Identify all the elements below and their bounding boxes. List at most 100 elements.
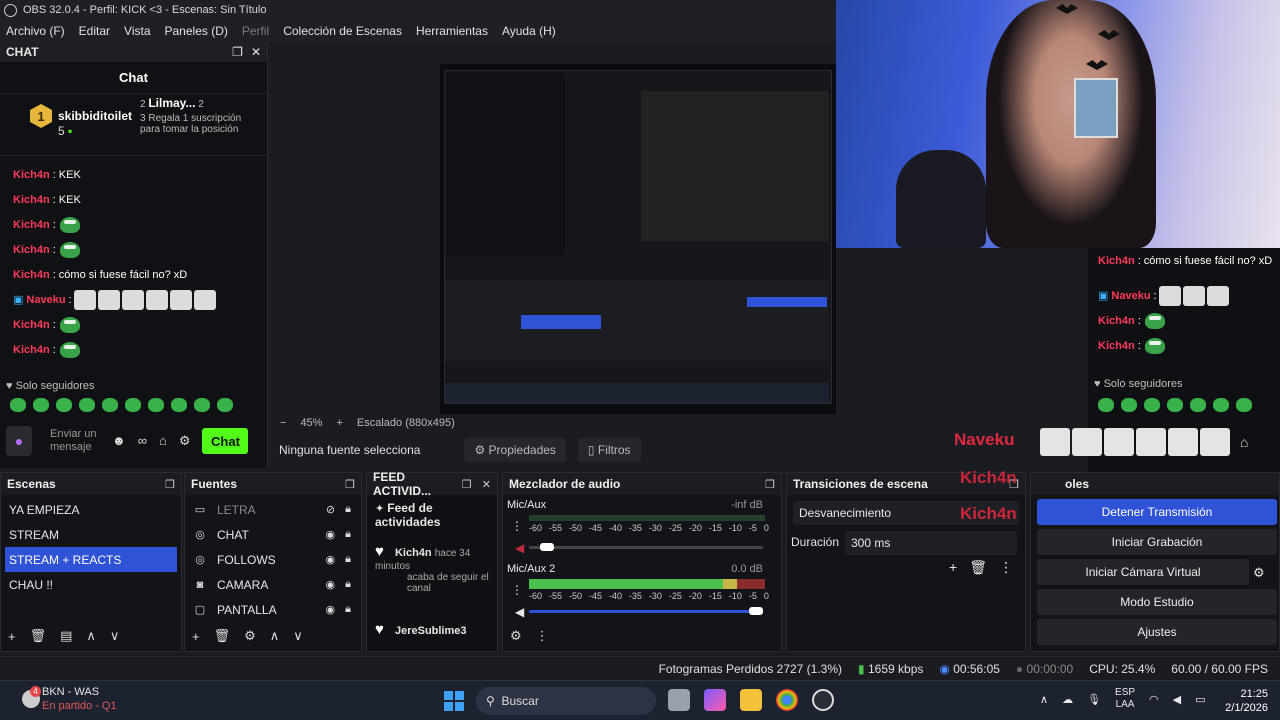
wifi-icon[interactable]: ◠ [1149,693,1159,706]
gear-icon[interactable]: ⚙ [244,628,256,644]
chat-username[interactable]: Kich4n [13,194,50,206]
menu-ayuda[interactable]: Ayuda (H) [502,24,556,38]
undock-icon[interactable]: ❐ [165,478,175,491]
move-up-icon[interactable]: ∧ [270,628,280,644]
copilot-icon[interactable] [704,689,726,711]
filter-icon[interactable]: ▤ [60,628,72,644]
properties-button[interactable]: ⚙ Propiedades [464,438,566,462]
emote-icon[interactable] [56,398,72,412]
gear-icon[interactable]: ⚙ [179,433,191,449]
gear-icon[interactable]: ⚙ [1253,565,1265,581]
menu-editar[interactable]: Editar [79,24,110,38]
emote-icon[interactable] [102,398,118,412]
lock-icon[interactable]: 🔒︎ [345,553,351,566]
emote-icon[interactable] [217,398,233,412]
emote-picker-icon[interactable]: ☻ [112,433,126,449]
move-down-icon[interactable]: ∨ [293,628,303,644]
store-icon[interactable]: ⌂ [159,433,167,449]
taskbar-widget[interactable]: 4 BKN - WAS En partido - Q1 [22,685,117,713]
filters-button[interactable]: ▯ Filtros [577,438,641,462]
undock-icon[interactable]: ❐ [232,45,243,59]
track-menu-icon[interactable]: ⋮ [511,583,523,597]
menu-icon[interactable]: ⋮ [536,628,549,644]
file-explorer-icon[interactable] [740,689,762,711]
cloud-icon[interactable]: ☁ [1062,693,1073,706]
emote-icon[interactable] [194,398,210,412]
scene-item[interactable]: STREAM [1,522,181,547]
track-menu-icon[interactable]: ⋮ [511,519,523,533]
scene-item[interactable]: YA EMPIEZA [1,497,181,522]
taskbar-search[interactable]: ⚲ Buscar [476,687,656,715]
scene-item[interactable]: CHAU !! [1,572,181,597]
scene-item-selected[interactable]: STREAM + REACTS [5,547,177,572]
duration-input[interactable]: 300 ms [845,531,1017,555]
move-up-icon[interactable]: ∧ [86,628,96,644]
settings-button[interactable]: Ajustes [1037,619,1277,645]
menu-vista[interactable]: Vista [124,24,150,38]
eye-icon[interactable]: ◉ [326,578,336,591]
undock-icon[interactable]: ❐ [345,478,355,491]
volume-knob[interactable] [540,543,554,551]
emote-icon[interactable] [10,398,26,412]
microphone-icon[interactable]: ● [6,426,32,456]
chat-username[interactable]: Naveku [26,294,65,306]
chat-username[interactable]: Kich4n [13,319,50,331]
add-icon[interactable]: + [949,559,957,576]
leaderboard-first-name[interactable]: skibbiditoilet [58,109,132,123]
add-icon[interactable]: + [8,629,16,644]
eye-icon[interactable]: ◉ [326,603,336,616]
chat-username[interactable]: Kich4n [13,169,50,181]
source-item[interactable]: ◙ CAMARA ◉ 🔒︎ [185,572,361,597]
close-icon[interactable]: ✕ [482,478,491,491]
volume-knob[interactable] [749,607,763,615]
menu-archivo[interactable]: Archivo (F) [6,24,65,38]
eye-icon[interactable]: ◉ [326,528,336,541]
chat-send-button[interactable]: Chat [202,428,249,454]
source-item[interactable]: ◎ CHAT ◉ 🔒︎ [185,522,361,547]
speaker-icon[interactable]: ◀ [515,605,524,619]
language-indicator[interactable]: ESP LAA [1115,687,1135,711]
windows-start-icon[interactable] [444,691,464,711]
trash-icon[interactable]: 🗑 [214,628,231,644]
gear-icon[interactable]: ⚙ [510,628,522,644]
chat-username[interactable]: Kich4n [13,219,50,231]
battery-icon[interactable]: ▭ [1195,693,1205,706]
infinity-icon[interactable]: ∞ [138,433,147,449]
clock[interactable]: 21:25 2/1/2026 [1222,687,1268,715]
add-icon[interactable]: + [192,629,200,644]
source-item[interactable]: ◎ FOLLOWS ◉ 🔒︎ [185,547,361,572]
zoom-in-icon[interactable]: + [336,417,342,429]
emote-icon[interactable] [125,398,141,412]
emote-icon[interactable] [79,398,95,412]
close-icon[interactable]: ✕ [251,45,261,59]
volume-icon[interactable]: ◀ [1173,693,1181,706]
emote-bar[interactable] [10,398,233,412]
lock-icon[interactable]: 🔒︎ [345,503,351,516]
menu-icon[interactable]: ⋮ [999,559,1013,576]
move-down-icon[interactable]: ∨ [110,628,120,644]
chat-username[interactable]: Kich4n [13,344,50,356]
eye-hidden-icon[interactable]: ⊘ [326,503,335,516]
undock-icon[interactable]: ❐ [462,478,472,491]
chevron-up-icon[interactable]: ∧ [1040,693,1048,706]
eye-icon[interactable]: ◉ [326,553,336,566]
muted-speaker-icon[interactable]: ◀ [515,541,524,555]
menu-perfil[interactable]: Perfil [242,24,269,38]
source-item[interactable]: ▭ LETRA ⊘ 🔒︎ [185,497,361,522]
start-recording-button[interactable]: Iniciar Grabación [1037,529,1277,555]
menu-coleccion-escenas[interactable]: Colección de Escenas [283,24,402,38]
undock-icon[interactable]: ❐ [765,478,775,491]
menu-paneles[interactable]: Paneles (D) [165,24,228,38]
zoom-out-icon[interactable]: − [280,417,286,429]
volume-slider[interactable] [529,543,763,551]
chat-username[interactable]: Kich4n [13,269,50,281]
stop-stream-button[interactable]: Detener Transmisión [1037,499,1277,525]
microphone-icon[interactable]: 🎙︎ [1087,693,1101,706]
chat-input[interactable]: Enviar un mensaje [50,428,100,454]
obs-icon[interactable] [812,689,834,711]
virtual-camera-button[interactable]: Iniciar Cámara Virtual [1037,559,1249,585]
preview-canvas[interactable] [440,64,836,414]
lock-icon[interactable]: 🔒︎ [345,528,351,541]
menu-herramientas[interactable]: Herramientas [416,24,488,38]
studio-mode-button[interactable]: Modo Estudio [1037,589,1277,615]
